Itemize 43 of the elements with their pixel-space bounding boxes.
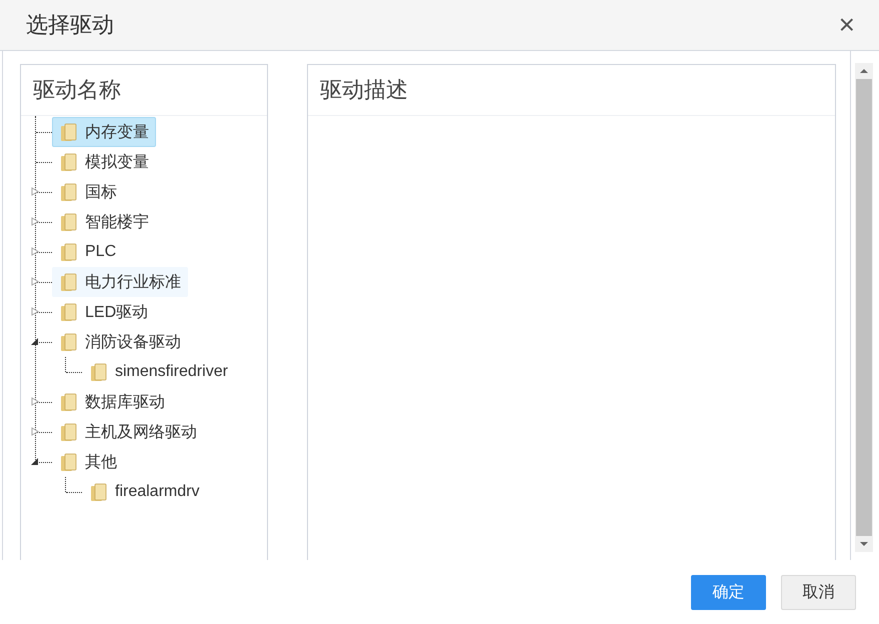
tree-item[interactable]: 智能楼宇	[52, 207, 156, 237]
expanded-triangle-icon[interactable]	[31, 337, 39, 346]
tree-item[interactable]: 电力行业标准	[52, 267, 188, 297]
panel-title: 驱动名称	[21, 65, 267, 116]
scroll-up-icon[interactable]	[860, 69, 868, 73]
folder-icon	[59, 182, 79, 202]
tree-item[interactable]: 消防设备驱动	[52, 327, 188, 357]
collapsed-triangle-icon[interactable]	[31, 427, 39, 436]
folder-icon	[59, 302, 79, 322]
collapsed-triangle-icon[interactable]	[31, 247, 39, 256]
tree-item[interactable]: 模拟变量	[52, 147, 156, 177]
panel-title: 驱动描述	[308, 65, 835, 116]
collapsed-triangle-icon[interactable]	[31, 397, 39, 406]
tree-item[interactable]: firealarmdrv	[82, 477, 206, 507]
tree-item[interactable]: LED驱动	[52, 297, 156, 327]
folder-icon	[59, 152, 79, 172]
close-button[interactable]: ×	[838, 11, 855, 39]
folder-icon	[59, 332, 79, 352]
folder-icon	[59, 242, 79, 262]
folder-icon	[59, 452, 79, 472]
folder-icon	[89, 482, 109, 502]
folder-icon	[59, 122, 79, 142]
collapsed-triangle-icon[interactable]	[31, 307, 39, 316]
folder-icon	[59, 392, 79, 412]
dialog-title: 选择驱动	[26, 11, 114, 39]
tree-item[interactable]: simensfiredriver	[82, 357, 235, 387]
tree-item[interactable]: 国标	[52, 177, 124, 207]
tree-item[interactable]: 数据库驱动	[52, 387, 172, 417]
tree-item[interactable]: PLC	[52, 237, 124, 267]
folder-icon	[59, 422, 79, 442]
expanded-triangle-icon[interactable]	[31, 457, 39, 466]
tree-item[interactable]: 内存变量	[52, 117, 156, 147]
folder-icon	[89, 362, 109, 382]
collapsed-triangle-icon[interactable]	[31, 217, 39, 226]
tree-item[interactable]: 主机及网络驱动	[52, 417, 204, 447]
scrollbar[interactable]	[855, 63, 873, 552]
collapsed-triangle-icon[interactable]	[31, 277, 39, 286]
folder-icon	[59, 272, 79, 292]
scroll-down-icon[interactable]	[860, 542, 868, 546]
tree-item[interactable]: 其他	[52, 447, 124, 477]
collapsed-triangle-icon[interactable]	[31, 187, 39, 196]
cancel-button[interactable]: 取消	[781, 574, 856, 610]
folder-icon	[59, 212, 79, 232]
